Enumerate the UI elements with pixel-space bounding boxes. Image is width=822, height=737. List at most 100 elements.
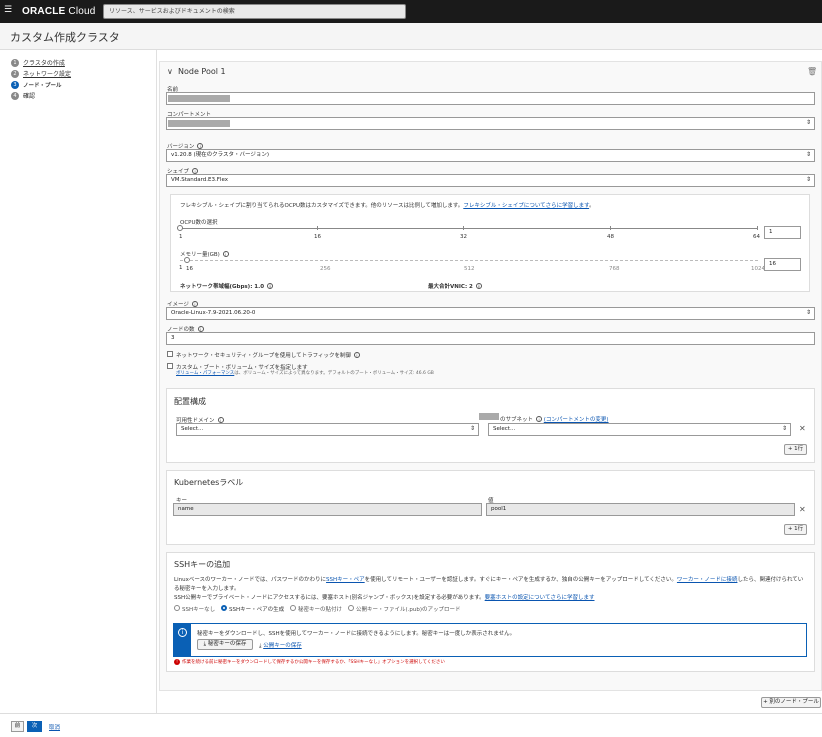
info-icon: i (178, 628, 187, 637)
radio-generate-keypair-label: SSHキー・ペアの生成 (229, 607, 285, 613)
step-network[interactable]: 2 ネットワーク設定 (11, 69, 71, 78)
redacted-block (479, 413, 499, 420)
select-arrows-icon: ⇕ (805, 151, 811, 158)
kubernetes-labels-title: Kubernetesラベル (174, 478, 244, 487)
name-input[interactable] (166, 92, 815, 105)
add-label-row-button[interactable]: + 1行 (784, 524, 807, 535)
info-icon: i (536, 416, 543, 422)
oracle-cloud-logo[interactable]: ORACLE Cloud (22, 6, 96, 17)
info-icon: i (222, 251, 229, 257)
radio-no-ssh-label: SSHキーなし (182, 607, 216, 613)
remove-row-icon[interactable]: ✕ (799, 424, 806, 433)
redacted-block (168, 120, 230, 127)
subnet-label: のサブネット i (コンパートメントの変更) (500, 416, 609, 423)
ssh-error-text: 作業を続ける前に秘密キーをダウンロードして保存するか公開キーを保存するか、「SS… (182, 660, 445, 665)
remove-label-icon[interactable]: ✕ (799, 505, 806, 514)
slider-tick (317, 226, 318, 230)
select-arrows-icon: ⇕ (781, 425, 787, 432)
node-count-input[interactable]: 3 (166, 332, 815, 345)
radio-generate-keypair[interactable] (221, 605, 227, 611)
memory-tick-label: 16 (186, 266, 193, 272)
boot-volume-help: ボリューム・パフォーマンスは、ボリューム・サイズによって異なります。デフォルトの… (176, 371, 434, 376)
boot-volume-checkbox[interactable] (167, 363, 173, 369)
radio-upload-key-label: 公開キー・ファイル(.pub)のアップロード (356, 607, 461, 613)
ssh-keypair-link[interactable]: SSHキー・ペア (326, 577, 365, 583)
flex-shape-text: フレキシブル・シェイプに割り当てられるOCPU数はカスタマイズできます。他のリソ… (180, 203, 595, 209)
nsg-checkbox[interactable] (167, 351, 173, 357)
ocpu-tick-label: 16 (314, 234, 321, 240)
memory-tick-label: 768 (609, 266, 620, 272)
cancel-link[interactable]: 取消 (49, 723, 60, 731)
select-arrows-icon: ⇕ (805, 176, 811, 183)
memory-slider-handle[interactable] (184, 257, 190, 263)
memory-tick-label: 1 (179, 265, 183, 271)
ocpu-tick-label: 48 (607, 234, 614, 240)
ssh-description: Linuxベースのワーカー・ノードでは、パスワードのかわりにSSHキー・ペアを使… (174, 577, 804, 592)
page-title: カスタム作成クラスタ (10, 31, 120, 44)
radio-paste-key[interactable] (290, 605, 296, 611)
error-icon: ! (174, 659, 180, 665)
memory-input[interactable]: 16 (764, 258, 801, 271)
compartment-select[interactable]: ⇕ (166, 117, 815, 130)
ocpu-tick-label: 32 (460, 234, 467, 240)
select-arrows-icon: ⇕ (805, 119, 811, 126)
slider-tick (610, 226, 611, 230)
chevron-down-icon[interactable]: ∨ (167, 67, 173, 76)
previous-button[interactable]: 前 (11, 721, 24, 732)
footer-bar (0, 713, 822, 737)
radio-upload-key[interactable] (348, 605, 354, 611)
max-vnic: 最大合計VNIC: 2i (428, 282, 482, 290)
ssh-title: SSHキーの追加 (174, 560, 231, 569)
subnet-select[interactable]: Select... ⇕ (488, 423, 791, 436)
redacted-block (168, 95, 230, 102)
image-select[interactable]: Oracle-Linux-7.9-2021.06.20-0 ⇕ (166, 307, 815, 320)
nsg-label: ネットワーク・セキュリティ・グループを使用してトラフィックを制御 i (176, 351, 360, 359)
step-create-cluster[interactable]: 1 クラスタの作成 (11, 58, 65, 67)
ssh-notice-text: 秘密キーをダウンロードし、SSHを使用してワーカー・ノードに接続できるようにしま… (197, 631, 516, 637)
select-arrows-icon: ⇕ (469, 425, 475, 432)
shape-select[interactable]: VM.Standard.E3.Flex ⇕ (166, 174, 815, 187)
slider-tick (757, 226, 758, 230)
radio-no-ssh[interactable] (174, 605, 180, 611)
memory-tick-label: 1024 (751, 266, 765, 272)
bastion-link[interactable]: 要塞ホストの設定についてさらに学習します (485, 595, 595, 601)
hamburger-menu-icon[interactable]: ☰ (4, 6, 13, 15)
flex-shape-link[interactable]: フレキシブル・シェイプについてさらに学習します (463, 203, 589, 209)
add-placement-row-button[interactable]: + 1行 (784, 444, 807, 455)
save-private-key-button[interactable]: ⤓ 秘密キーの保存 (197, 639, 253, 650)
label-value-input[interactable]: pool1 (486, 503, 795, 516)
ocpu-slider-handle[interactable] (177, 225, 183, 231)
connect-worker-link[interactable]: ワーカー・ノードに接続 (677, 577, 738, 583)
ocpu-slider-track[interactable] (180, 228, 758, 229)
ocpu-tick-label: 64 (753, 234, 760, 240)
trash-icon[interactable]: 🗑 (807, 67, 817, 76)
step-node-pool[interactable]: 3 ノード・プール (11, 80, 62, 89)
network-bandwidth: ネットワーク帯域幅(Gbps): 1.0 i (180, 282, 274, 290)
radio-paste-key-label: 秘密キーの貼付け (298, 607, 343, 613)
info-icon: i (353, 352, 360, 358)
step-review[interactable]: 4 確認 (11, 91, 35, 100)
select-arrows-icon: ⇕ (805, 309, 811, 316)
version-select[interactable]: v1.20.8 (現在のクラスタ・バージョン) ⇕ (166, 149, 815, 162)
availability-domain-select[interactable]: Select... ⇕ (176, 423, 479, 436)
steps-pane (0, 50, 157, 737)
next-button[interactable]: 次 (27, 721, 42, 732)
label-key-input[interactable]: name (173, 503, 482, 516)
placement-title: 配置構成 (174, 397, 206, 406)
save-public-key-link[interactable]: ⤓ 公開キーの保存 (259, 641, 302, 650)
ocpu-tick-label: 1 (179, 234, 183, 240)
info-icon: i (475, 283, 482, 289)
ssh-bastion-text: SSH公開キーでプライベート・ノードにアクセスするには、要塞ホスト(別名ジャンプ… (174, 595, 595, 601)
ocpu-count-input[interactable]: 1 (764, 226, 801, 239)
memory-tick-label: 256 (320, 266, 331, 272)
search-input[interactable]: リソース、サービスおよびドキュメントの検索 (103, 4, 406, 19)
memory-tick-label: 512 (464, 266, 475, 272)
info-icon: i (267, 283, 274, 289)
title-bar (0, 23, 822, 50)
volume-performance-link[interactable]: ボリューム・パフォーマンス (176, 371, 234, 376)
add-node-pool-button[interactable]: + 別のノード・プール (761, 697, 821, 708)
node-pool-title: Node Pool 1 (178, 67, 226, 76)
memory-slider-track[interactable] (180, 260, 758, 261)
slider-tick (463, 226, 464, 230)
ocpu-label: OCPU数の選択 (180, 220, 218, 226)
